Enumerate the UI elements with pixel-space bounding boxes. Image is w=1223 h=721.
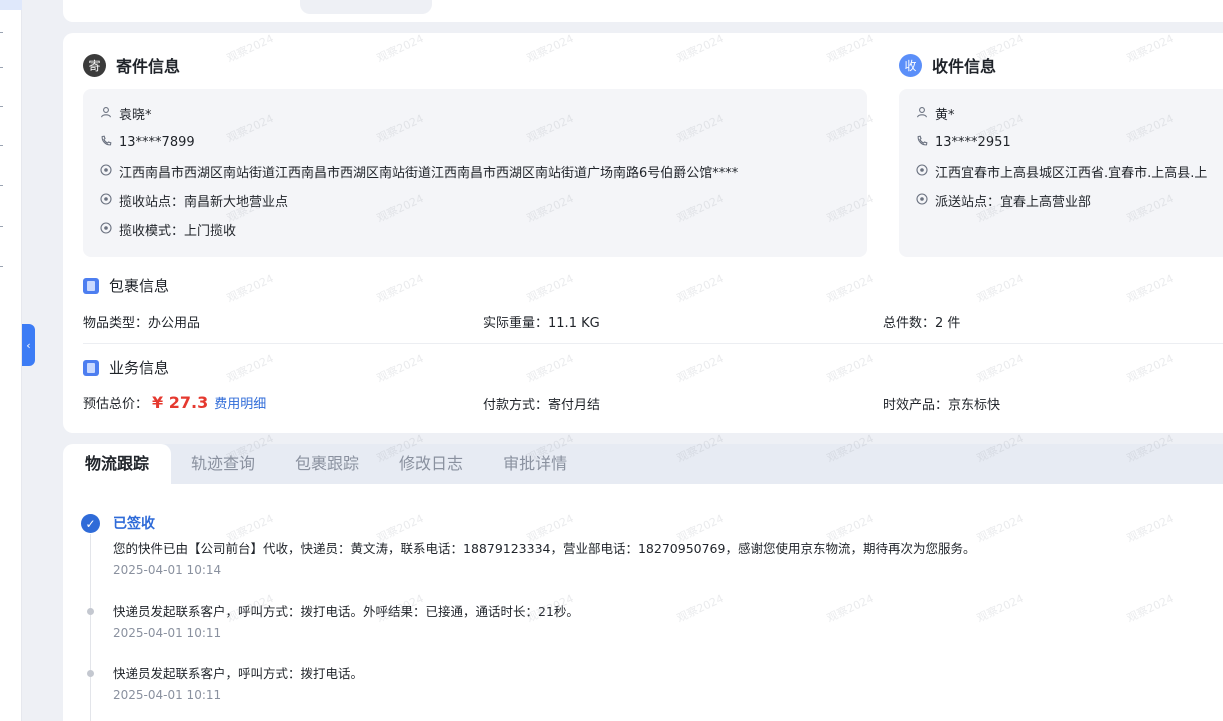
sender-pickup-mode: 揽收模式：上门揽收: [119, 224, 237, 239]
package-info-title: 包裹信息: [109, 277, 170, 295]
rail-tick: [0, 67, 3, 68]
sender-badge-icon: 寄: [83, 53, 106, 77]
person-icon: [915, 106, 929, 121]
package-icon: [83, 277, 99, 294]
phone-icon: [915, 135, 929, 150]
rail-tick: [0, 226, 3, 227]
sender-pickup-station-row: 揽收站点：南昌新大地营业点: [99, 186, 851, 215]
section-divider: [83, 343, 1223, 344]
rail-active-indicator: [0, 0, 22, 10]
fee-detail-link[interactable]: 费用明细: [214, 393, 266, 412]
timeline-time: 2025-04-01 10:11: [113, 688, 222, 702]
count-field: 总件数： 2 件: [883, 312, 960, 331]
count-value: 2 件: [935, 316, 961, 331]
person-icon: [99, 106, 113, 121]
rail-tick: [0, 185, 3, 186]
sender-name-row: 袁晓*: [99, 99, 851, 128]
price-field: 预估总价： ¥ 27.3 费用明细: [83, 393, 266, 412]
timeline-desc: 您的快件已由【公司前台】代收，快递员：黄文涛，联系电话：18879123334，…: [113, 541, 976, 556]
timeline-status: 已签收: [113, 516, 155, 532]
rail-tick: [0, 145, 3, 146]
receiver-delivery-station: 派送站点：宜春上高营业部: [935, 195, 1092, 210]
receiver-badge-icon: 收: [899, 53, 922, 77]
business-info-header: 业务信息: [83, 357, 169, 378]
count-label: 总件数：: [883, 316, 936, 331]
sender-phone: 13****7899: [119, 135, 195, 150]
timeline-dot: [87, 670, 94, 677]
left-sidebar-rail: [0, 0, 22, 721]
sender-title: 寄件信息: [116, 57, 181, 76]
receiver-address-box: 黄* 13****2951 江西宜春市上高县城区江西省.宜春市.上高县.上 派送…: [899, 89, 1223, 257]
sender-pickup-station: 揽收站点：南昌新大地营业点: [119, 195, 289, 210]
sender-phone-row: 13****7899: [99, 128, 851, 157]
phone-icon: [99, 135, 113, 150]
payment-field: 付款方式： 寄付月结: [483, 394, 600, 413]
top-tab-background: [300, 0, 432, 14]
rail-tick: [0, 106, 3, 107]
price-label: 预估总价：: [83, 397, 149, 412]
sender-address-box: 袁晓* 13****7899 江西南昌市西湖区南站街道江西南昌市西湖区南站街道江…: [83, 89, 867, 257]
timeline-dot: [87, 608, 94, 615]
price-value: ¥ 27.3: [152, 393, 209, 412]
tracking-card: 物流跟踪 轨迹查询 包裹跟踪 修改日志 审批详情 ✓ 已签收 您的快件已由【公司…: [63, 444, 1223, 721]
timeline-time: 2025-04-01 10:14: [113, 563, 222, 577]
receiver-phone: 13****2951: [935, 135, 1011, 150]
rail-tick: [0, 32, 3, 33]
sidebar-collapse-button[interactable]: ‹: [22, 324, 35, 366]
item-type-value: 办公用品: [148, 316, 201, 331]
tab-logistics-tracking[interactable]: 物流跟踪: [63, 444, 172, 484]
item-type-label: 物品类型：: [83, 316, 149, 331]
top-card: [63, 0, 1223, 22]
weight-label: 实际重量：: [483, 316, 549, 331]
sender-address: 江西南昌市西湖区南站街道江西南昌市西湖区南站街道江西南昌市西湖区南站街道广场南路…: [119, 166, 739, 181]
receiver-address: 江西宜春市上高县城区江西省.宜春市.上高县.上: [935, 166, 1208, 181]
timeline-desc: 快递员发起联系客户，呼叫方式：拨打电话。: [113, 666, 364, 681]
payment-label: 付款方式：: [483, 398, 549, 413]
sender-name: 袁晓*: [119, 108, 152, 123]
location-pin-icon: [915, 193, 929, 208]
check-icon: ✓: [81, 514, 100, 533]
product-label: 时效产品：: [883, 398, 949, 413]
location-pin-icon: [915, 164, 929, 179]
receiver-name-row: 黄*: [915, 99, 1222, 128]
timeline-desc: 快递员发起联系客户，呼叫方式：拨打电话。外呼结果：已接通，通话时长：21秒。: [113, 604, 579, 619]
item-type-field: 物品类型： 办公用品: [83, 312, 200, 331]
receiver-phone-row: 13****2951: [915, 128, 1222, 157]
tab-approval-details[interactable]: 审批详情: [483, 444, 587, 484]
product-field: 时效产品： 京东标快: [883, 394, 1000, 413]
payment-value: 寄付月结: [548, 398, 601, 413]
shipment-info-card: 寄 寄件信息 袁晓* 13****7899 江西南昌市西湖区南站街道江西南昌市西…: [63, 33, 1223, 433]
receiver-title: 收件信息: [932, 57, 997, 76]
sender-header: 寄 寄件信息: [83, 53, 180, 77]
business-info-title: 业务信息: [109, 359, 170, 377]
timeline-line: [90, 534, 91, 721]
rail-tick: [0, 266, 3, 267]
receiver-delivery-station-row: 派送站点：宜春上高营业部: [915, 186, 1222, 215]
package-info-header: 包裹信息: [83, 275, 169, 296]
receiver-header: 收 收件信息: [899, 53, 996, 77]
chevron-left-icon: ‹: [26, 338, 31, 352]
business-icon: [83, 359, 99, 376]
tab-change-log[interactable]: 修改日志: [379, 444, 483, 484]
weight-value: 11.1 KG: [548, 316, 600, 331]
location-pin-icon: [99, 222, 113, 237]
tab-trajectory-query[interactable]: 轨迹查询: [171, 444, 275, 484]
receiver-address-row: 江西宜春市上高县城区江西省.宜春市.上高县.上: [915, 157, 1222, 186]
sender-pickup-mode-row: 揽收模式：上门揽收: [99, 215, 851, 244]
product-value: 京东标快: [948, 398, 1001, 413]
location-pin-icon: [99, 193, 113, 208]
location-pin-icon: [99, 164, 113, 179]
weight-field: 实际重量： 11.1 KG: [483, 312, 600, 331]
tab-package-tracking[interactable]: 包裹跟踪: [275, 444, 379, 484]
tracking-tabs: 物流跟踪 轨迹查询 包裹跟踪 修改日志 审批详情: [63, 444, 1223, 484]
sender-address-row: 江西南昌市西湖区南站街道江西南昌市西湖区南站街道江西南昌市西湖区南站街道广场南路…: [99, 157, 851, 186]
receiver-name: 黄*: [935, 108, 955, 123]
timeline-time: 2025-04-01 10:11: [113, 626, 222, 640]
